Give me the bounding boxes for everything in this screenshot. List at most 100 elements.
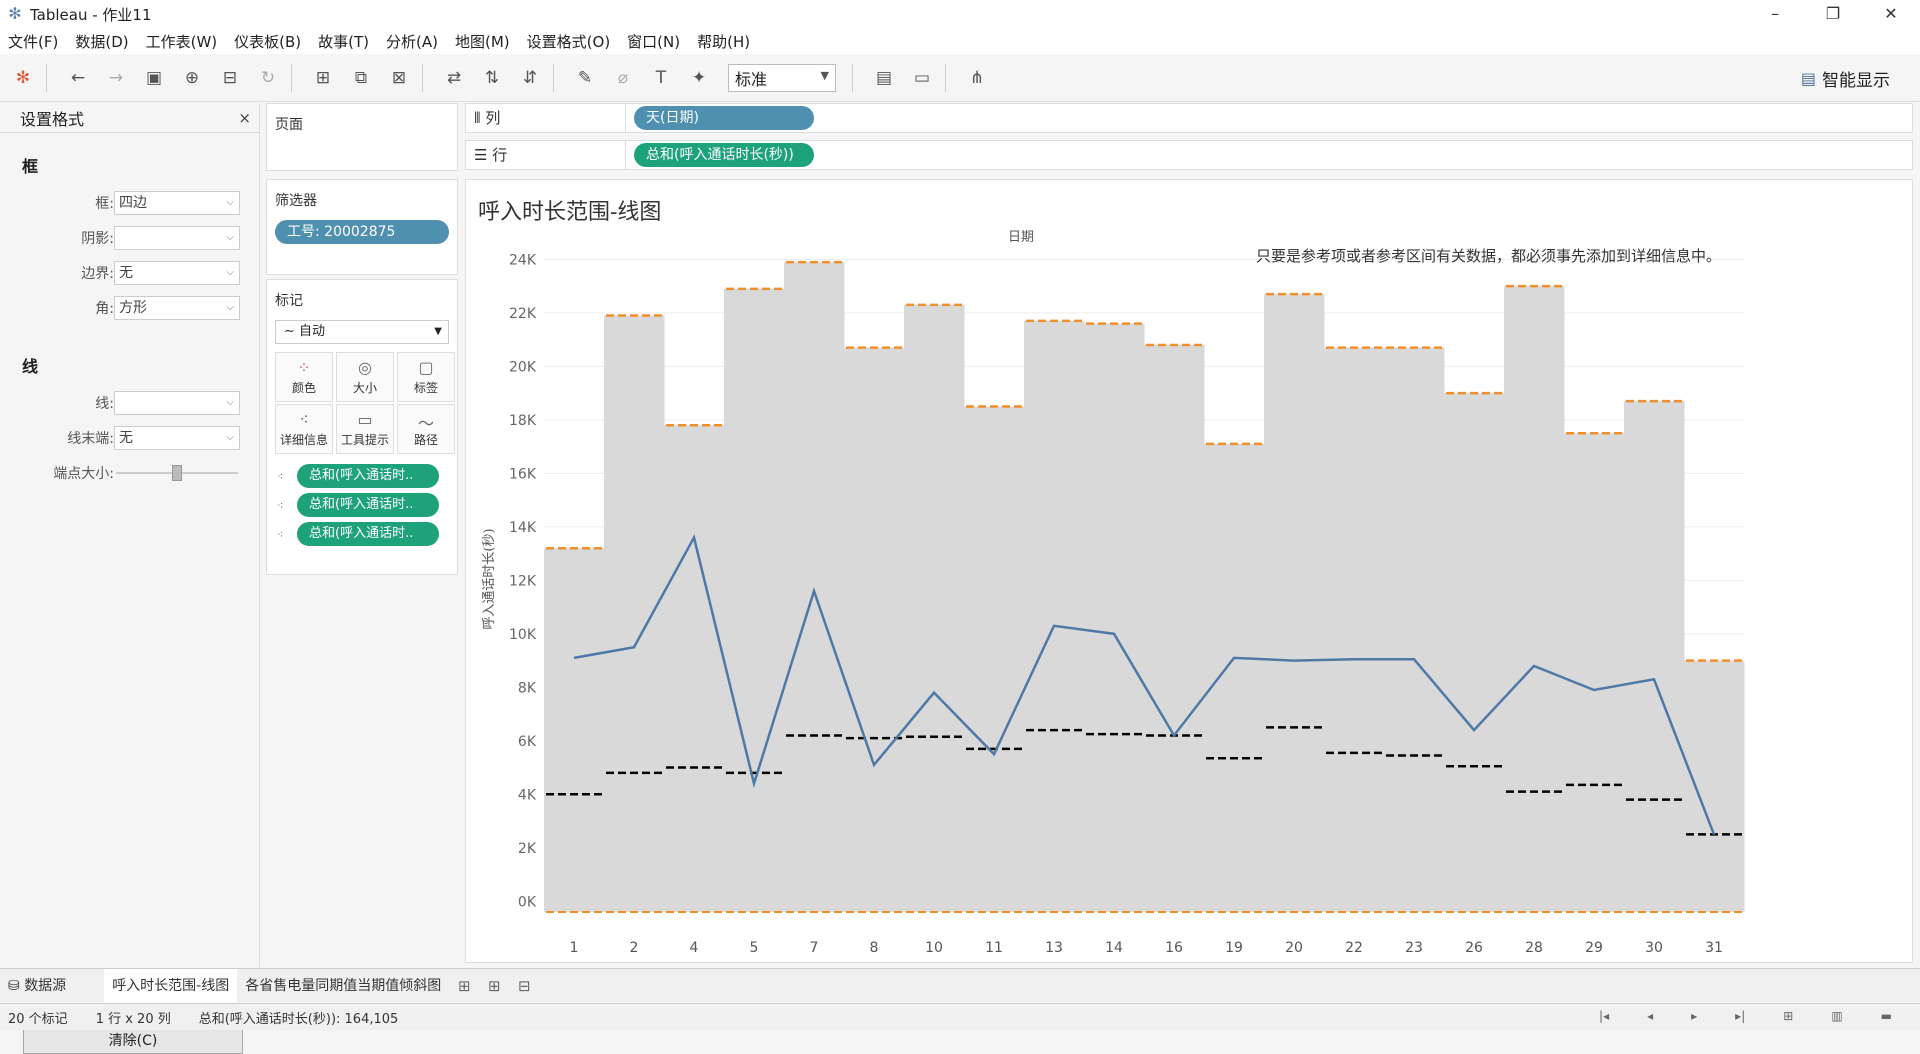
presentation-mode-icon[interactable]: ▭ [907, 63, 937, 93]
x-tick-label: 11 [985, 940, 1003, 956]
corner-select-value: 方形 [119, 300, 147, 316]
color-label: 颜色 [292, 379, 316, 396]
menu-map[interactable]: 地图(M) [455, 31, 510, 52]
chevron-down-icon: ⌵ [226, 297, 234, 319]
rows-cols-count: 1 行 x 20 列 [96, 1008, 171, 1027]
sheet-tab[interactable]: 各省售电量同期值当期值倾斜图 [237, 969, 449, 1003]
new-dashboard-icon[interactable]: ⊞ [479, 977, 509, 995]
refresh-icon[interactable]: ↻ [253, 63, 283, 93]
marks-field-pill[interactable]: 总和(呼入通话时.. [297, 464, 439, 488]
menu-dashboard[interactable]: 仪表板(B) [234, 31, 301, 52]
tableau-home-icon[interactable]: ✻ [8, 63, 38, 93]
x-axis-title: 日期 [1008, 230, 1034, 245]
menu-file[interactable]: 文件(F) [8, 31, 58, 52]
group-icon[interactable]: ⌀ [608, 63, 638, 93]
label-icon: ▢ [418, 358, 433, 376]
highlight-icon[interactable]: ✎ [570, 63, 600, 93]
detail-button[interactable]: ⁖详细信息 [275, 404, 333, 454]
next-sheet-icon[interactable]: ▸ [1691, 1009, 1697, 1023]
clear-button[interactable]: 清除(C) [23, 1028, 243, 1054]
marks-field-pill[interactable]: 总和(呼入通话时.. [297, 493, 439, 517]
borders-select[interactable]: 无⌵ [114, 261, 240, 285]
y-tick-label: 18K [509, 413, 537, 429]
label-button[interactable]: ▢标签 [397, 352, 455, 402]
swap-icon[interactable]: ⇄ [439, 63, 469, 93]
tooltip-button[interactable]: ▭工具提示 [336, 404, 394, 454]
menu-story[interactable]: 故事(T) [318, 31, 369, 52]
range-band [964, 406, 1025, 911]
undo-icon[interactable]: ← [63, 63, 93, 93]
rows-pill[interactable]: 总和(呼入通话时长(秒)) [634, 143, 814, 167]
range-band [844, 348, 905, 912]
restore-button[interactable]: ❐ [1804, 0, 1862, 28]
sheet-tab-active[interactable]: 呼入时长范围-线图 [104, 969, 237, 1003]
datasource-tab[interactable]: ⛁ 数据源 [0, 969, 74, 1003]
chevron-down-icon: ⌵ [226, 227, 234, 249]
menu-data[interactable]: 数据(D) [75, 31, 128, 52]
y-tick-label: 10K [509, 627, 537, 643]
sort-ascending-icon[interactable]: ⇅ [477, 63, 507, 93]
columns-pill[interactable]: 天(日期) [634, 106, 814, 130]
filter-pill[interactable]: 工号: 20002875 [275, 220, 449, 244]
menu-help[interactable]: 帮助(H) [697, 31, 750, 52]
title-bar: ✻ Tableau - 作业11 – ❐ ✕ [0, 0, 1920, 28]
fit-select[interactable]: 标准 ▼ [728, 64, 836, 92]
pause-updates-icon[interactable]: ⊟ [215, 63, 245, 93]
sort-descending-icon[interactable]: ⇵ [515, 63, 545, 93]
filmstrip-icon[interactable]: ▥ [1831, 1009, 1842, 1023]
new-worksheet-icon[interactable]: ⊞ [449, 977, 479, 995]
menu-format[interactable]: 设置格式(O) [527, 31, 611, 52]
line-end-select[interactable]: 无⌵ [114, 426, 240, 450]
sum-status: 总和(呼入通话时长(秒)): 164,105 [199, 1008, 399, 1027]
prev-sheet-icon[interactable]: ◂ [1647, 1009, 1653, 1023]
slider-thumb[interactable] [172, 465, 182, 481]
save-icon[interactable]: ▣ [139, 63, 169, 93]
x-tick-label: 2 [630, 940, 639, 956]
border-label: 框: [0, 193, 114, 213]
y-tick-label: 6K [518, 734, 537, 750]
close-icon[interactable]: × [238, 109, 251, 127]
pages-card[interactable]: 页面 [266, 103, 458, 171]
line-section-title: 线 [0, 353, 259, 377]
close-button[interactable]: ✕ [1862, 0, 1920, 28]
columns-shelf[interactable]: ⦀ 列 天(日期) [465, 103, 1913, 133]
size-button[interactable]: ◎大小 [336, 352, 394, 402]
redo-icon[interactable]: → [101, 63, 131, 93]
duplicate-sheet-icon[interactable]: ⧉ [346, 63, 376, 93]
range-band [1384, 348, 1445, 912]
menu-window[interactable]: 窗口(N) [627, 31, 680, 52]
clear-sheet-icon[interactable]: ⊠ [384, 63, 414, 93]
sheet-sorter-icon[interactable]: ⊞ [1783, 1009, 1793, 1023]
share-icon[interactable]: ⋔ [962, 63, 992, 93]
show-me-button[interactable]: ▤ 智能显示 [1801, 66, 1890, 91]
new-datasource-icon[interactable]: ⊕ [177, 63, 207, 93]
worksheet-view[interactable]: 呼入时长范围-线图 0K2K4K6K8K10K12K14K16K18K20K22… [465, 179, 1913, 963]
color-button[interactable]: ⁘颜色 [275, 352, 333, 402]
line-select[interactable]: ⌵ [114, 391, 240, 415]
menu-analysis[interactable]: 分析(A) [386, 31, 438, 52]
marks-field-pill[interactable]: 总和(呼入通话时.. [297, 522, 439, 546]
fix-axes-icon[interactable]: ✦ [684, 63, 714, 93]
line-mark-icon: ∼ [284, 324, 299, 339]
rows-shelf[interactable]: ☰ 行 总和(呼入通话时长(秒)) [465, 140, 1913, 170]
y-tick-label: 22K [509, 306, 537, 322]
new-worksheet-icon[interactable]: ⊞ [308, 63, 338, 93]
path-button[interactable]: 〜路径 [397, 404, 455, 454]
minimize-button[interactable]: – [1746, 0, 1804, 28]
mark-type-select[interactable]: ∼ 自动 ▼ [275, 320, 449, 344]
show-me-label: 智能显示 [1822, 66, 1890, 91]
filters-card[interactable]: 筛选器 工号: 20002875 [266, 179, 458, 275]
menu-worksheet[interactable]: 工作表(W) [146, 31, 218, 52]
first-sheet-icon[interactable]: |◂ [1599, 1009, 1609, 1023]
endpoint-size-slider[interactable] [114, 461, 240, 485]
tabs-icon[interactable]: ▬ [1881, 1009, 1892, 1023]
x-tick-label: 16 [1165, 940, 1183, 956]
last-sheet-icon[interactable]: ▸| [1735, 1009, 1745, 1023]
corner-select[interactable]: 方形 ⌵ [114, 296, 240, 320]
show-cards-icon[interactable]: ▤ [869, 63, 899, 93]
range-band [1564, 433, 1625, 912]
show-labels-icon[interactable]: T [646, 63, 676, 93]
shading-select[interactable]: ⌵ [114, 226, 240, 250]
new-story-icon[interactable]: ⊟ [509, 977, 539, 995]
border-select[interactable]: 四边⌵ [114, 191, 240, 215]
